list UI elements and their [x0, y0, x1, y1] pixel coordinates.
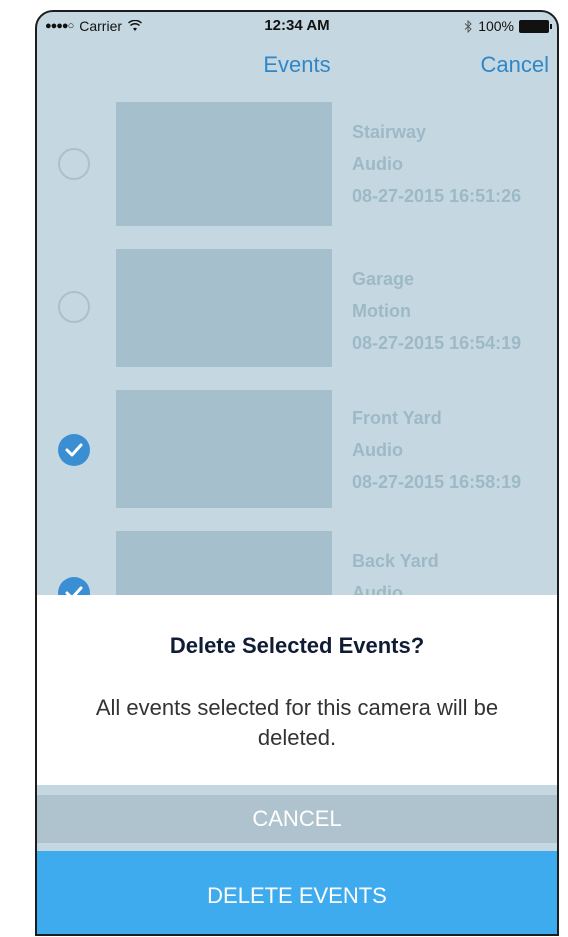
event-type: Audio: [352, 154, 403, 174]
event-name: Stairway: [352, 122, 427, 142]
divider: [37, 843, 557, 851]
radio-unchecked-icon[interactable]: [58, 148, 90, 180]
event-meta: Front Yard Audio 08-27-2015 16:58:19: [352, 402, 521, 498]
status-bar: ●●●●○ Carrier 12:34 AM 100%: [37, 12, 557, 40]
radio-unchecked-icon[interactable]: [58, 291, 90, 323]
list-item[interactable]: Stairway Audio 08-27-2015 16:51:26: [37, 102, 557, 226]
event-thumbnail[interactable]: [116, 102, 332, 226]
battery-info: 100%: [464, 18, 552, 34]
dialog-message: All events selected for this camera will…: [95, 695, 499, 750]
dialog-title: Delete Selected Events?: [169, 633, 425, 658]
nav-bar: Events Cancel: [37, 40, 557, 90]
phone-screen: ●●●●○ Carrier 12:34 AM 100% Events Cance…: [35, 10, 559, 936]
divider: [37, 785, 557, 795]
checkmark-icon[interactable]: [58, 434, 90, 466]
event-meta: Stairway Audio 08-27-2015 16:51:26: [352, 116, 521, 212]
event-timestamp: 08-27-2015 16:51:26: [352, 186, 522, 206]
event-type: Motion: [352, 301, 411, 321]
event-timestamp: 08-27-2015 16:54:19: [352, 333, 522, 353]
battery-percent: 100%: [478, 18, 514, 34]
event-meta: Garage Motion 08-27-2015 16:54:19: [352, 263, 521, 359]
battery-icon: [519, 19, 552, 33]
cancel-button[interactable]: CANCEL: [37, 795, 557, 843]
page-title: Events: [263, 52, 331, 77]
delete-events-button[interactable]: DELETE EVENTS: [37, 851, 557, 934]
event-type: Audio: [352, 440, 403, 460]
bluetooth-icon: [464, 19, 472, 33]
list-item[interactable]: Front Yard Audio 08-27-2015 16:58:19: [37, 390, 557, 514]
event-name: Back Yard: [352, 551, 439, 571]
event-name: Garage: [352, 269, 415, 289]
nav-cancel-button[interactable]: Cancel: [481, 52, 549, 78]
event-name: Front Yard: [352, 408, 442, 428]
event-thumbnail[interactable]: [116, 249, 332, 367]
list-item[interactable]: Garage Motion 08-27-2015 16:54:19: [37, 249, 557, 373]
delete-confirmation-dialog: Delete Selected Events? All events selec…: [37, 595, 557, 785]
event-thumbnail[interactable]: [116, 390, 332, 508]
event-timestamp: 08-27-2015 16:58:19: [352, 472, 522, 492]
